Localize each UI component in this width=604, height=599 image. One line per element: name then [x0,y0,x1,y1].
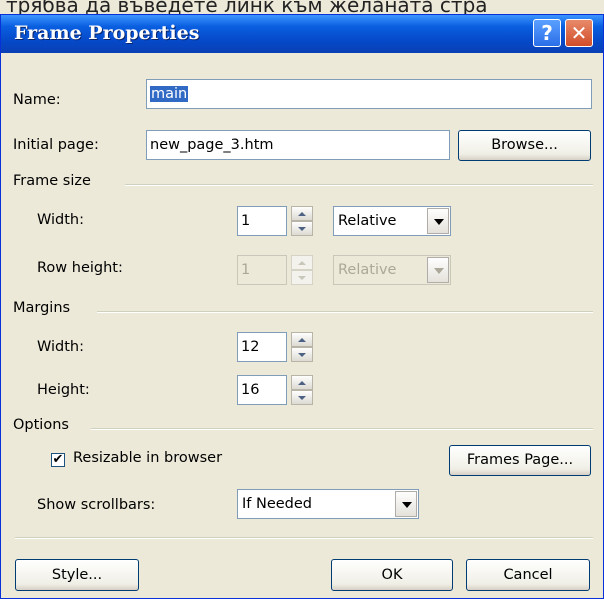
spin-down-button[interactable] [291,221,313,236]
title-bar: Frame Properties ? ✕ [1,15,603,53]
spin-up-button[interactable] [291,375,313,390]
name-field[interactable]: main [146,79,592,109]
spin-down-button[interactable] [291,347,313,362]
margin-height-label: Height: [37,382,90,398]
frame-width-spinner[interactable] [291,206,313,236]
cancel-button[interactable]: Cancel [466,559,590,591]
chevron-down-icon [434,219,444,225]
help-button[interactable]: ? [533,19,561,47]
footer-divider [15,537,593,539]
margin-height-spinner[interactable] [291,375,313,405]
arrow-up-icon [298,261,306,265]
frame-width-label: Width: [37,212,85,228]
ok-button[interactable]: OK [331,559,453,591]
margin-width-label: Width: [37,339,85,355]
scrollbars-value: If Needed [242,496,313,512]
arrow-up-icon [298,338,306,342]
row-height-unit-select: Relative [333,255,451,285]
arrow-down-icon [298,396,306,400]
options-group-label: Options [13,417,69,433]
options-divider [91,428,593,430]
spin-down-button[interactable] [291,390,313,405]
spin-down-button [291,270,313,285]
row-height-field: 1 [237,255,287,285]
initial-page-label: Initial page: [13,137,99,153]
margins-divider [97,311,593,313]
frame-width-unit-select[interactable]: Relative [333,206,451,236]
scrollbars-label: Show scrollbars: [37,497,156,513]
margins-group-label: Margins [13,300,71,316]
margin-height-field[interactable]: 16 [237,375,287,405]
name-label: Name: [13,92,61,108]
name-value: main [150,86,189,102]
row-height-label: Row height: [37,260,123,276]
browse-button[interactable]: Browse... [458,130,591,161]
row-height-spinner [291,255,313,285]
margin-width-field[interactable]: 12 [237,332,287,362]
frame-size-divider [125,184,593,186]
arrow-down-icon [298,227,306,231]
arrow-down-icon [298,276,306,280]
frames-page-button[interactable]: Frames Page... [449,445,591,476]
margin-width-spinner[interactable] [291,332,313,362]
dropdown-arrow-button[interactable] [395,491,417,517]
resizable-label[interactable]: Resizable in browser [73,450,222,466]
spin-up-button[interactable] [291,332,313,347]
frame-size-group-label: Frame size [13,173,91,189]
resizable-checkbox[interactable]: ✔ [51,453,65,467]
scrollbars-select[interactable]: If Needed [237,489,419,519]
arrow-up-icon [298,381,306,385]
close-button[interactable]: ✕ [565,19,593,47]
dropdown-arrow-button[interactable] [427,208,449,234]
arrow-down-icon [298,353,306,357]
arrow-up-icon [298,212,306,216]
style-button[interactable]: Style... [15,559,139,591]
frame-width-unit-value: Relative [338,213,397,229]
spin-up-button[interactable] [291,206,313,221]
chevron-down-icon [402,502,412,508]
initial-page-field[interactable]: new_page_3.htm [146,130,450,160]
chevron-down-icon [434,268,444,274]
frame-properties-dialog: Frame Properties ? ✕ Name: main Initial … [0,14,604,599]
frame-width-field[interactable]: 1 [237,206,287,236]
dialog-title: Frame Properties [14,22,200,44]
spin-up-button [291,255,313,270]
row-height-unit-value: Relative [338,262,397,278]
dropdown-arrow-button [427,257,449,283]
